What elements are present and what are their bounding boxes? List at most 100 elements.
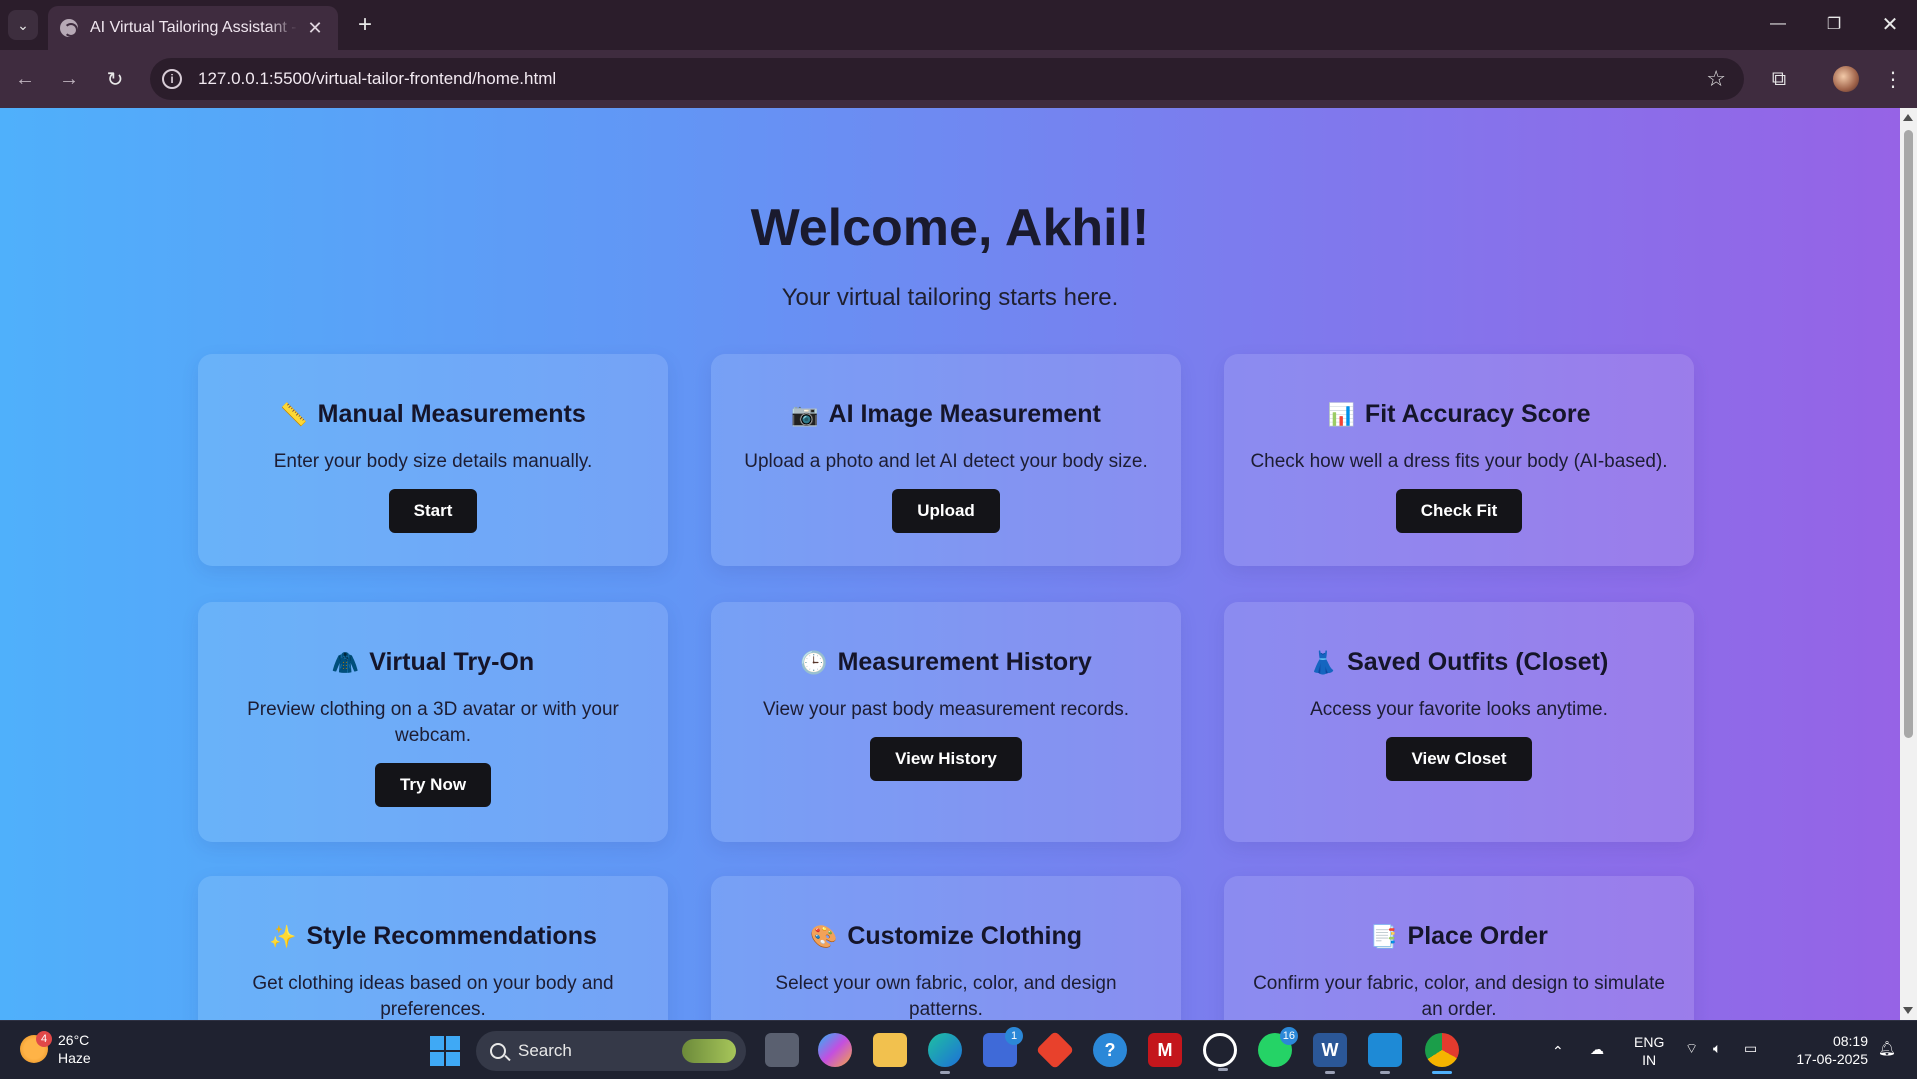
address-bar[interactable]: i 127.0.0.1:5500/virtual-tailor-frontend… <box>150 58 1744 100</box>
site-info-icon[interactable]: i <box>162 69 182 89</box>
language-indicator[interactable]: ENG IN <box>1634 1033 1664 1069</box>
weather-desc: Haze <box>58 1050 91 1066</box>
card-description: Get clothing ideas based on your body an… <box>252 973 614 1020</box>
new-tab-button[interactable]: + <box>350 10 380 40</box>
vscode-icon[interactable] <box>1368 1033 1402 1074</box>
card-description: Enter your body size details manually. <box>273 451 593 472</box>
card-fit-accuracy-score: 📊 Fit Accuracy Score Check how well a dre… <box>1224 354 1694 566</box>
check-fit-button[interactable]: Check Fit <box>1395 489 1523 533</box>
weather-widget[interactable]: 4 26°C Haze <box>20 1031 91 1067</box>
scroll-down-icon[interactable] <box>1903 1007 1913 1014</box>
bar-chart-icon: 📊 <box>1327 401 1355 427</box>
show-hidden-icons-icon[interactable]: ⌃ <box>1552 1043 1564 1060</box>
word-icon[interactable]: W <box>1313 1033 1347 1074</box>
card-customize-clothing: 🎨 Customize Clothing Select your own fabr… <box>711 876 1181 1020</box>
card-place-order: 📑 Place Order Confirm your fabric, color,… <box>1224 876 1694 1020</box>
forward-button[interactable]: → <box>52 62 86 96</box>
card-title: AI Image Measurement <box>828 400 1101 428</box>
card-description: Preview clothing on a 3D avatar or with … <box>247 699 619 746</box>
chrome-icon[interactable] <box>1425 1033 1459 1074</box>
sparkles-icon: ✨ <box>269 923 297 949</box>
help-icon[interactable]: ? <box>1093 1033 1127 1067</box>
edge-icon[interactable] <box>928 1033 962 1074</box>
bookmark-star-icon[interactable]: ☆ <box>1706 66 1726 92</box>
coat-icon: 🧥 <box>331 649 360 675</box>
browser-toolbar: ← → ↻ i 127.0.0.1:5500/virtual-tailor-fr… <box>0 50 1917 108</box>
url-text[interactable]: 127.0.0.1:5500/virtual-tailor-frontend/h… <box>198 69 556 89</box>
card-saved-outfits: 👗 Saved Outfits (Closet) Access your favo… <box>1224 602 1694 842</box>
copilot-icon[interactable] <box>818 1033 852 1067</box>
card-description: Upload a photo and let AI detect your bo… <box>744 451 1148 472</box>
file-explorer-icon[interactable] <box>873 1033 907 1067</box>
start-button[interactable] <box>430 1036 460 1066</box>
reload-button[interactable]: ↻ <box>98 62 132 96</box>
extensions-icon[interactable]: ⧉ <box>1762 62 1796 96</box>
search-highlight-image <box>682 1039 736 1063</box>
view-history-button[interactable]: View History <box>870 737 1022 781</box>
battery-icon[interactable]: ▭ <box>1744 1040 1757 1057</box>
back-button[interactable]: ← <box>8 62 42 96</box>
lang-bottom: IN <box>1642 1052 1657 1068</box>
wifi-icon[interactable]: ⌔ <box>1685 1040 1698 1058</box>
camera-icon: 📷 <box>791 401 819 427</box>
time: 08:19 <box>1832 1033 1868 1049</box>
card-title: Customize Clothing <box>847 922 1083 950</box>
card-style-recommendations: ✨ Style Recommendations Get clothing idea… <box>198 876 668 1020</box>
minimize-button[interactable]: — <box>1750 6 1806 42</box>
tab-title: AI Virtual Tailoring Assistant - H <box>90 19 298 36</box>
card-measurement-history: 🕒 Measurement History View your past body… <box>711 602 1181 842</box>
taskbar: 4 26°C Haze Search 1 ? M 16 W ⌃ ☁ ENG IN … <box>0 1020 1917 1079</box>
view-closet-button[interactable]: View Closet <box>1386 737 1532 781</box>
restore-button[interactable]: ❐ <box>1806 6 1862 42</box>
try-now-button[interactable]: Try Now <box>374 763 492 807</box>
card-virtual-try-on: 🧥 Virtual Try-On Preview clothing on a 3D… <box>198 602 668 842</box>
date: 17-06-2025 <box>1796 1051 1868 1067</box>
card-manual-measurements: 📏 Manual Measurements Enter your body siz… <box>198 354 668 566</box>
anydesk-icon[interactable] <box>1035 1030 1075 1070</box>
menu-icon[interactable]: ⋮ <box>1876 62 1910 96</box>
volume-icon[interactable]: 🔈︎ <box>1713 1040 1721 1057</box>
chatgpt-icon[interactable] <box>1203 1033 1237 1071</box>
search-label: Search <box>518 1041 572 1060</box>
tab-search-button[interactable]: ⌄ <box>8 10 38 40</box>
task-view-icon[interactable] <box>765 1033 799 1067</box>
clock-icon: 🕒 <box>800 649 828 675</box>
onedrive-icon[interactable]: ☁ <box>1590 1041 1604 1058</box>
order-icon: 📑 <box>1370 923 1398 949</box>
taskbar-search[interactable]: Search <box>476 1031 746 1071</box>
card-description: Confirm your fabric, color, and design t… <box>1253 973 1665 1020</box>
card-title: Fit Accuracy Score <box>1364 400 1591 428</box>
tab-strip: ⌄ AI Virtual Tailoring Assistant - H ✕ +… <box>0 0 1917 50</box>
card-description: Select your own fabric, color, and desig… <box>775 973 1117 1020</box>
scroll-up-icon[interactable] <box>1903 114 1913 121</box>
whatsapp-icon[interactable]: 16 <box>1258 1027 1298 1067</box>
close-window-button[interactable]: ✕ <box>1862 6 1917 42</box>
whatsapp-badge: 16 <box>1279 1027 1298 1045</box>
weather-badge: 4 <box>36 1031 52 1047</box>
card-title: Place Order <box>1407 922 1548 950</box>
search-icon <box>490 1043 506 1059</box>
dress-icon: 👗 <box>1309 649 1338 675</box>
clock[interactable]: 08:19 17-06-2025 <box>1782 1032 1868 1068</box>
close-tab-icon[interactable]: ✕ <box>304 17 326 39</box>
card-title: Manual Measurements <box>317 400 586 428</box>
tab-active[interactable]: AI Virtual Tailoring Assistant - H ✕ <box>48 6 338 50</box>
weather-icon: 4 <box>20 1031 52 1063</box>
card-description: Check how well a dress fits your body (A… <box>1250 451 1668 472</box>
vertical-scrollbar[interactable] <box>1900 108 1917 1020</box>
ruler-icon: 📏 <box>280 401 308 427</box>
start-button[interactable]: Start <box>388 489 478 533</box>
notification-bell-icon[interactable]: 🔔︎ <box>1878 1040 1896 1057</box>
globe-icon <box>60 19 78 37</box>
scrollbar-thumb[interactable] <box>1904 130 1913 738</box>
weather-temp: 26°C <box>58 1032 90 1048</box>
avatar <box>1833 66 1859 92</box>
store-icon[interactable]: 1 <box>983 1027 1023 1067</box>
profile-button[interactable] <box>1829 62 1863 96</box>
store-badge: 1 <box>1005 1027 1023 1045</box>
card-title: Measurement History <box>837 648 1092 676</box>
chevron-down-icon: ⌄ <box>17 16 29 33</box>
card-title: Virtual Try-On <box>369 648 535 676</box>
upload-button[interactable]: Upload <box>892 489 1000 533</box>
mcafee-icon[interactable]: M <box>1148 1033 1182 1067</box>
